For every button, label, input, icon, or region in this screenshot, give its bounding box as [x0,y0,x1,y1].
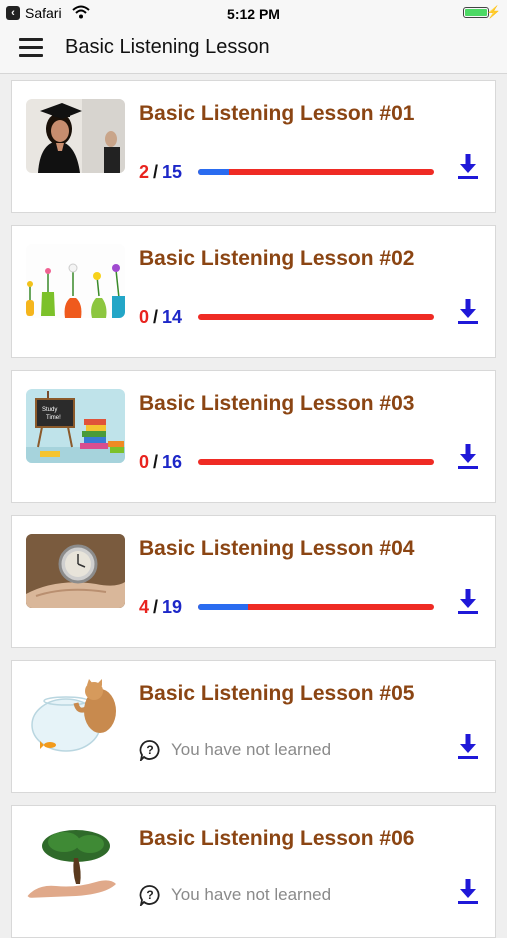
question-bubble-icon: ? [139,740,160,761]
lesson-count: 0/16 [139,452,182,473]
lesson-thumbnail-vases [26,244,125,318]
lesson-card[interactable]: Basic Listening Lesson #05 ? You have no… [11,660,496,793]
learned-count: 4 [139,597,150,617]
lesson-title: Basic Listening Lesson #05 [139,682,415,705]
lesson-title: Basic Listening Lesson #06 [139,827,415,850]
clock: 5:12 PM [227,6,280,22]
not-learned-text: You have not learned [171,740,332,759]
question-bubble-icon: ? [139,885,160,906]
learned-count: 0 [139,452,150,472]
svg-text:?: ? [146,743,153,757]
charging-icon: ⚡ [486,5,501,19]
status-bar: ‹ Safari 5:12 PM ⚡ [0,0,507,28]
lesson-count: 2/15 [139,162,182,183]
svg-text:Study: Study [42,407,57,413]
svg-text:Time!: Time! [46,415,61,421]
not-learned-status: ? You have not learned [139,739,331,761]
total-count: 15 [162,162,183,182]
learned-count: 2 [139,162,150,182]
lesson-thumbnail-study-time: Study Time! [26,389,125,463]
progress-bar [198,604,434,610]
download-icon[interactable] [458,154,478,180]
not-learned-status: ? You have not learned [139,884,331,906]
lesson-count: 0/14 [139,307,182,328]
download-icon[interactable] [458,444,478,470]
lesson-title: Basic Listening Lesson #02 [139,247,415,270]
total-count: 19 [162,597,183,617]
lesson-card[interactable]: Basic Listening Lesson #01 2/15 [11,80,496,213]
download-icon[interactable] [458,299,478,325]
lesson-thumbnail-tree-hand [26,824,125,898]
page-title: Basic Listening Lesson [65,36,270,58]
download-icon[interactable] [458,879,478,905]
download-icon[interactable] [458,589,478,615]
progress-fill [198,169,229,175]
lesson-thumbnail-graduate [26,99,125,173]
lesson-thumbnail-cat-fishbowl [26,679,125,753]
hamburger-menu-icon[interactable] [19,38,43,58]
lesson-count: 4/19 [139,597,182,618]
lesson-title: Basic Listening Lesson #03 [139,392,415,415]
lesson-card[interactable]: Basic Listening Lesson #02 0/14 [11,225,496,358]
lesson-card[interactable]: Basic Listening Lesson #06 ? You have no… [11,805,496,938]
count-separator: / [153,452,159,472]
count-separator: / [153,162,159,182]
total-count: 16 [162,452,183,472]
lesson-thumbnail-clock-hand [26,534,125,608]
learned-count: 0 [139,307,150,327]
not-learned-text: You have not learned [171,885,332,904]
count-separator: / [153,597,159,617]
progress-bar [198,459,434,465]
total-count: 14 [162,307,183,327]
count-separator: / [153,307,159,327]
lesson-card[interactable]: Study Time! Basic Listening Lesson #03 0… [11,370,496,503]
lesson-card[interactable]: Basic Listening Lesson #04 4/19 [11,515,496,648]
lesson-title: Basic Listening Lesson #04 [139,537,415,560]
progress-bar [198,314,434,320]
lesson-title: Basic Listening Lesson #01 [139,102,415,125]
progress-bar [198,169,434,175]
app-bar: Basic Listening Lesson [0,28,507,74]
progress-fill [198,604,248,610]
download-icon[interactable] [458,734,478,760]
